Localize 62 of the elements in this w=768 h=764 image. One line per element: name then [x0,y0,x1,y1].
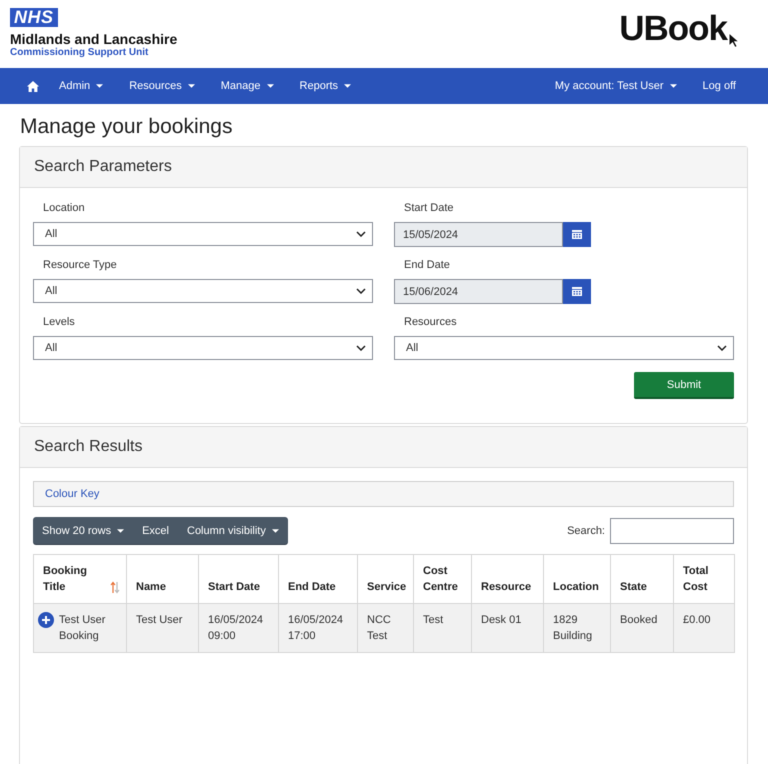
panel-title: Search Parameters [34,158,172,176]
table-cell: Test [414,604,472,652]
app-logo: UBook [619,10,727,48]
calendar-button[interactable] [563,222,591,247]
field-label: Start Date [404,201,454,215]
nav-menu[interactable]: Manage [208,68,287,104]
page-title: Manage your bookings [20,114,232,140]
table-cell: 16/05/2024 17:00 [278,604,358,652]
field-label: Resources [404,315,457,329]
organisation-unit: Commissioning Support Unit [10,47,148,58]
column-header: Resource [472,554,544,604]
dropdown-field[interactable]: All [33,336,373,360]
table-cell: 16/05/2024 09:00 [198,604,278,652]
nav-menu[interactable]: Resources [116,68,208,104]
column-header: Start Date [198,554,278,604]
chevron-down-icon [717,345,727,351]
column-header[interactable]: Booking Title [34,554,126,604]
table-cell: NCC Test [358,604,414,652]
column-header: Service [358,554,414,604]
calendar-icon [572,287,582,296]
table-cell: Desk 01 [472,604,544,652]
search-input[interactable] [610,518,734,544]
field-label: Resource Type [43,258,117,272]
nav-menu[interactable]: Admin [46,68,116,104]
chevron-down-icon [356,345,366,351]
table-cell: 1829 Building [544,604,610,652]
submit-button[interactable]: Submit [634,372,734,399]
toolbar-button[interactable]: Show 20 rows [33,517,134,544]
column-header: Name [126,554,198,604]
column-header: Total Cost [674,554,734,604]
toolbar-button[interactable]: Column visibility [178,517,288,544]
toolbar-button[interactable]: Excel [133,517,178,544]
field-label: Levels [43,315,75,329]
column-header: State [610,554,674,604]
nav-menu[interactable]: Reports [286,68,364,104]
field-label: End Date [404,258,450,272]
column-header: Cost Centre [414,554,472,604]
field-label: Location [43,201,85,215]
organisation-name: Midlands and Lancashire [10,31,178,47]
dropdown-field[interactable]: All [394,336,734,360]
nav-menu[interactable]: Log off [690,68,749,104]
table-cell: £0.00 [674,604,734,652]
table-cell: Test User [126,604,198,652]
search-label: Search: [567,525,605,537]
dropdown-field[interactable]: All [33,279,373,303]
panel-title: Search Results [34,438,142,456]
table-cell: Booked [610,604,674,652]
nav-menu[interactable]: My account: Test User [542,68,690,104]
column-header: Location [544,554,610,604]
dropdown-field[interactable]: All [33,222,373,246]
calendar-icon [572,230,582,239]
date-field[interactable]: 15/05/2024 [394,222,563,247]
column-header: End Date [278,554,358,604]
date-field[interactable]: 15/06/2024 [394,279,563,304]
nhs-logo: NHS [10,8,58,27]
table-cell-text: Test User Booking [59,613,106,644]
calendar-button[interactable] [563,279,591,304]
colour-key-link[interactable]: Colour Key [45,488,100,500]
cursor-icon [728,32,740,48]
expand-icon[interactable] [38,612,54,628]
chevron-down-icon [356,288,366,294]
chevron-down-icon [356,231,366,237]
